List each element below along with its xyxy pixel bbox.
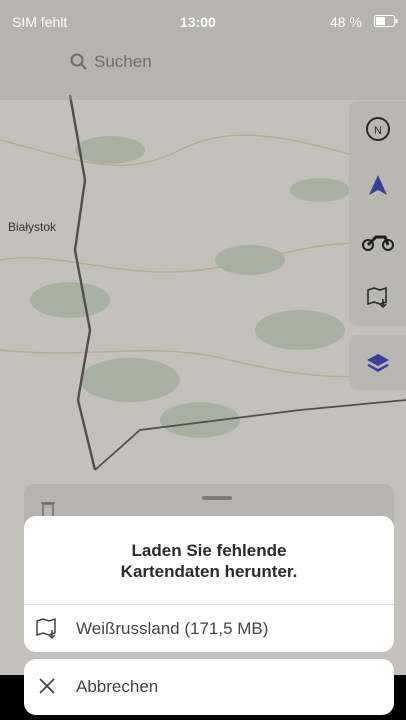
map-download-icon [36, 617, 56, 640]
navigation-arrow-icon [368, 175, 387, 195]
motorcycle-icon [361, 235, 394, 251]
compass-icon: N [365, 117, 390, 141]
search-input[interactable]: Suchen [94, 52, 152, 72]
city-label: Białystok [8, 220, 57, 234]
compass-button[interactable]: N [349, 101, 406, 157]
map-download-icon [366, 286, 387, 309]
download-dialog: Laden Sie fehlende Kartendaten herunter.… [24, 516, 394, 652]
map-controls: N [349, 101, 406, 326]
dialog-message-text: Laden Sie fehlende Kartendaten herunter. [120, 541, 298, 581]
download-region-label: Weißrussland (171,5 MB) [76, 619, 269, 638]
cancel-button[interactable]: Abbrechen [24, 659, 394, 715]
search-bar[interactable]: Suchen [60, 43, 344, 80]
layers-button[interactable] [349, 335, 406, 390]
time-text: 13:00 [180, 14, 216, 30]
dialog-message: Laden Sie fehlende Kartendaten herunter. [24, 540, 394, 582]
svg-text:N: N [374, 125, 382, 137]
layers-icon [366, 353, 389, 372]
search-icon [70, 53, 87, 70]
battery-icon [374, 15, 398, 27]
download-region-button[interactable]: Weißrussland (171,5 MB) [24, 605, 394, 652]
close-icon [39, 678, 55, 694]
vehicle-profile-button[interactable] [349, 213, 406, 269]
drawer-handle[interactable] [202, 496, 232, 500]
navigation-button[interactable] [349, 157, 406, 213]
carrier-text: SIM fehlt [12, 14, 68, 30]
map-download-button[interactable] [349, 269, 406, 325]
status-bar: SIM fehlt 13:00 48 % [0, 0, 406, 44]
cancel-label: Abbrechen [76, 677, 159, 696]
battery-percent: 48 % [330, 14, 362, 30]
